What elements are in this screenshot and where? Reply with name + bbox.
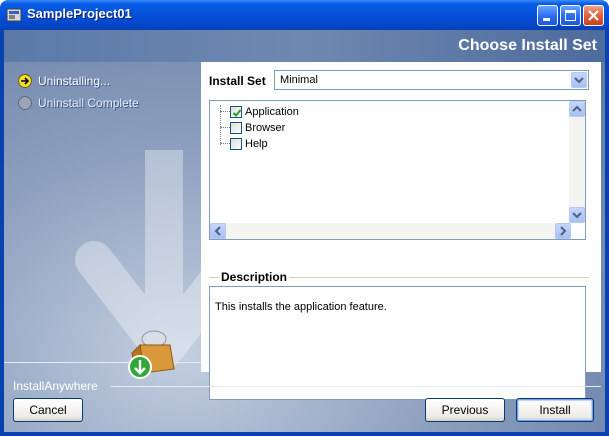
scroll-right-button[interactable] <box>555 223 571 239</box>
previous-button[interactable]: Previous <box>425 398 505 422</box>
install-button[interactable]: Install <box>516 398 594 422</box>
feature-label: Help <box>245 138 268 150</box>
description-text: This installs the application feature. <box>215 301 387 313</box>
brand-label: InstallAnywhere <box>13 379 98 393</box>
tree-item-application[interactable]: Application <box>230 105 299 119</box>
step-label: Uninstall Complete <box>38 96 139 110</box>
tree-connector <box>220 127 230 128</box>
installer-body: Choose Install Set Uninstalling... Unins… <box>4 30 605 432</box>
scroll-left-button[interactable] <box>210 223 226 239</box>
checkbox-checked[interactable] <box>230 106 242 118</box>
arrow-right-icon <box>18 74 32 88</box>
install-set-value: Minimal <box>280 74 318 86</box>
description-box: This installs the application feature. <box>209 286 586 400</box>
step-list: Uninstalling... Uninstall Complete <box>18 70 139 114</box>
title-bar[interactable]: SampleProject01 <box>0 0 609 30</box>
install-set-label: Install Set <box>209 74 266 88</box>
install-box-icon <box>128 330 175 379</box>
minimize-button[interactable] <box>537 5 558 26</box>
description-group: Description This installs the applicatio… <box>209 270 589 400</box>
dropdown-button[interactable] <box>571 72 587 88</box>
chevron-up-icon <box>572 105 582 112</box>
maximize-button[interactable] <box>560 5 581 26</box>
scroll-down-button[interactable] <box>569 207 585 223</box>
circle-icon <box>18 96 32 110</box>
install-set-panel: Install Set Minimal Application Browser … <box>201 62 601 400</box>
feature-tree[interactable]: Application Browser Help <box>209 100 586 240</box>
chevron-down-icon <box>572 212 582 219</box>
checkbox-unchecked[interactable] <box>230 138 242 150</box>
step-uninstall-complete: Uninstall Complete <box>18 92 139 114</box>
divider <box>111 386 601 387</box>
page-title: Choose Install Set <box>458 37 597 54</box>
window-title: SampleProject01 <box>27 6 132 21</box>
scroll-up-button[interactable] <box>569 101 585 117</box>
tree-item-browser[interactable]: Browser <box>230 121 285 135</box>
feature-label: Browser <box>245 122 286 134</box>
step-uninstalling: Uninstalling... <box>18 70 139 92</box>
step-label: Uninstalling... <box>38 74 111 88</box>
horizontal-scrollbar[interactable] <box>210 223 571 239</box>
chevron-down-icon <box>574 77 584 84</box>
vertical-scrollbar[interactable] <box>569 101 585 223</box>
header-band: Choose Install Set <box>4 30 605 62</box>
close-button[interactable] <box>583 5 604 26</box>
chevron-left-icon <box>214 226 221 236</box>
tree-connector <box>220 143 230 144</box>
cancel-button[interactable]: Cancel <box>13 398 83 422</box>
app-icon <box>6 8 22 22</box>
install-set-select[interactable]: Minimal <box>274 70 589 90</box>
checkbox-unchecked[interactable] <box>230 122 242 134</box>
feature-label: Application <box>245 106 299 118</box>
tree-item-help[interactable]: Help <box>230 137 268 151</box>
minimize-icon <box>543 18 550 21</box>
close-icon <box>588 10 599 21</box>
chevron-right-icon <box>560 226 567 236</box>
tree-connector <box>220 111 230 112</box>
maximize-icon <box>565 10 576 21</box>
checkmark-icon <box>232 109 242 117</box>
installer-window: SampleProject01 Choose Install Set Unins… <box>0 0 609 436</box>
description-legend: Description <box>219 270 290 284</box>
